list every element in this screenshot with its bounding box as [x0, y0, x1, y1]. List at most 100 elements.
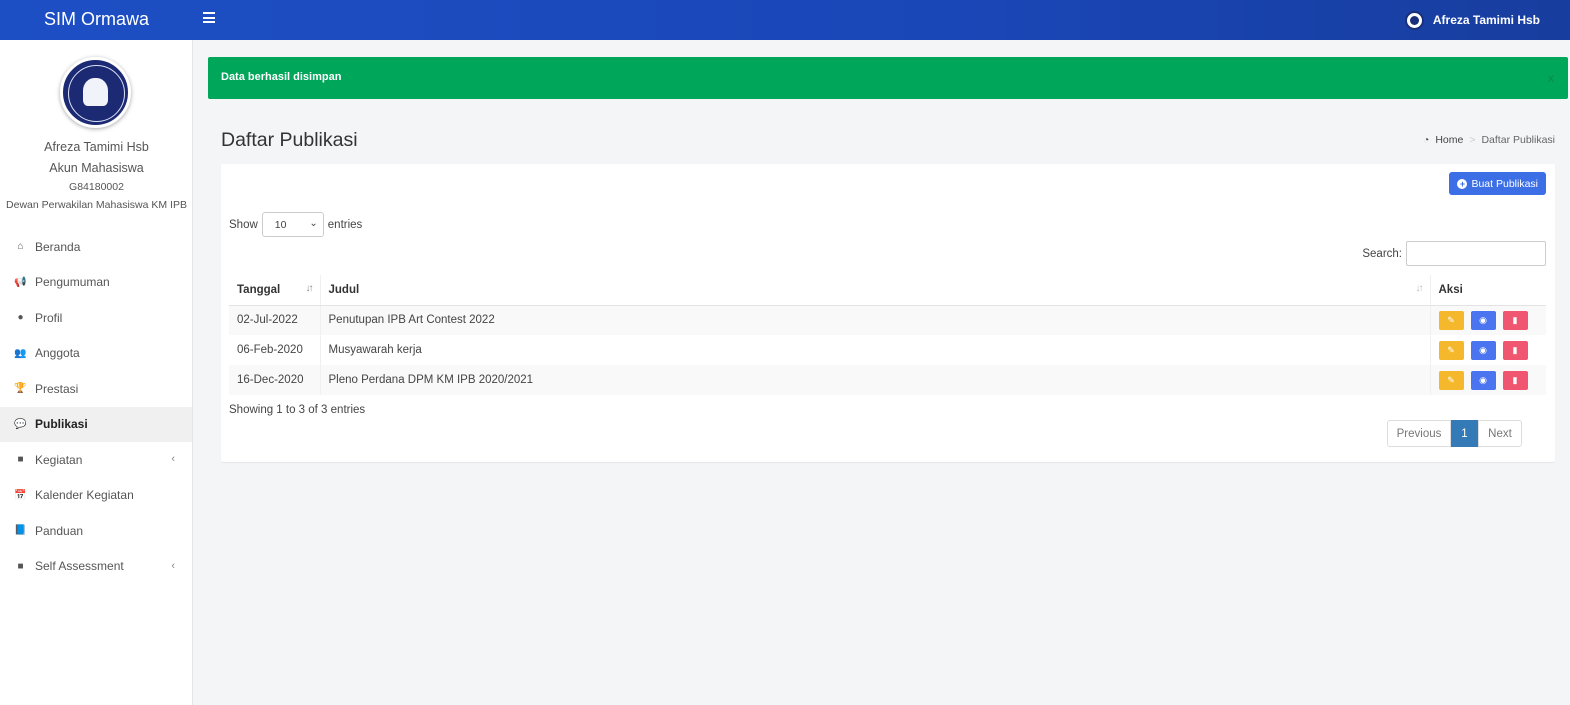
cell-aksi: ✎ ◉ ▮: [1430, 365, 1546, 395]
sidebar-item-pengumuman[interactable]: 📢 Pengumuman: [0, 265, 192, 301]
chevron-left-icon: ‹: [171, 453, 175, 465]
pagination-next-button[interactable]: Next: [1478, 420, 1522, 447]
profile-organization: Dewan Perwakilan Mahasiswa KM IPB: [6, 199, 187, 211]
sidebar-item-self-assessment[interactable]: ■ Self Assessment ‹: [0, 549, 192, 585]
pagination-previous-button[interactable]: Previous: [1387, 420, 1451, 447]
success-alert: Data berhasil disimpan x: [208, 57, 1568, 99]
cell-tanggal: 02-Jul-2022: [229, 305, 321, 335]
user-menu-name: Afreza Tamimi Hsb: [1432, 13, 1540, 27]
alert-message: Data berhasil disimpan: [221, 71, 342, 83]
publication-box: + Buat Publikasi Show 10 ⌄ entries Searc…: [221, 164, 1555, 462]
edit-button[interactable]: ✎: [1438, 370, 1464, 390]
sidebar-item-beranda[interactable]: ⌂ Beranda: [0, 229, 192, 265]
table-search: Search:: [1362, 241, 1546, 266]
university-logo: [60, 57, 131, 128]
pencil-icon: ✎: [1447, 374, 1455, 385]
column-header-tanggal[interactable]: Tanggal ↓↑: [229, 275, 321, 306]
cell-tanggal: 16-Dec-2020: [229, 365, 321, 395]
delete-button[interactable]: ▮: [1502, 340, 1528, 360]
search-label: Search:: [1362, 247, 1402, 260]
cell-tanggal: 06-Feb-2020: [229, 335, 321, 365]
trash-icon: ▮: [1512, 374, 1518, 385]
trash-icon: ▮: [1512, 314, 1518, 325]
sidebar-item-anggota[interactable]: 👥 Anggota: [0, 336, 192, 372]
create-publication-button[interactable]: + Buat Publikasi: [1449, 172, 1546, 195]
sidebar-item-prestasi[interactable]: 🏆 Prestasi: [0, 371, 192, 407]
profile-role: Akun Mahasiswa: [49, 161, 144, 175]
breadcrumb-home-link[interactable]: Home: [1435, 134, 1463, 146]
sidebar-item-label: Beranda: [35, 239, 81, 254]
sidebar-nav: ⌂ Beranda 📢 Pengumuman ● Profil 👥 Anggota 🏆 P…: [0, 229, 192, 584]
sidebar-item-panduan[interactable]: 📘 Panduan: [0, 513, 192, 549]
delete-button[interactable]: ▮: [1502, 370, 1528, 390]
pagination-page-1[interactable]: 1: [1451, 420, 1478, 447]
page-length-select[interactable]: 10 ⌄: [261, 212, 324, 237]
page-title: Daftar Publikasi: [221, 129, 358, 151]
profile-name: Afreza Tamimi Hsb: [44, 140, 149, 154]
table-row: 02-Jul-2022 Penutupan IPB Art Contest 20…: [229, 305, 1546, 335]
user-menu[interactable]: Afreza Tamimi Hsb: [1404, 9, 1540, 31]
column-header-label: Aksi: [1438, 283, 1463, 296]
view-button[interactable]: ◉: [1470, 340, 1496, 360]
sidebar-item-profil[interactable]: ● Profil: [0, 300, 192, 336]
view-button[interactable]: ◉: [1470, 370, 1496, 390]
delete-button[interactable]: ▮: [1502, 310, 1528, 330]
users-icon: 👥: [14, 347, 27, 359]
table-row: 06-Feb-2020 Musyawarah kerja ✎ ◉ ▮: [229, 335, 1546, 365]
dashboard-icon: ◔: [1423, 134, 1430, 146]
trash-icon: ▮: [1512, 344, 1518, 355]
eye-icon: ◉: [1479, 374, 1487, 385]
sidebar-item-label: Panduan: [35, 523, 84, 538]
folder-icon: ■: [17, 560, 24, 572]
sidebar-item-label: Anggota: [35, 346, 80, 361]
chevron-down-icon: ⌄: [309, 218, 318, 229]
column-header-aksi: Aksi: [1430, 275, 1546, 306]
sidebar-item-label: Kalender Kegiatan: [35, 488, 134, 503]
column-header-judul[interactable]: Judul ↓↑: [320, 275, 1431, 306]
column-header-label: Tanggal: [237, 283, 281, 296]
sidebar-item-publikasi[interactable]: 💬 Publikasi: [0, 406, 192, 442]
sidebar-item-label: Kegiatan: [35, 452, 83, 467]
create-publication-label: Buat Publikasi: [1471, 177, 1538, 190]
sidebar-item-label: Self Assessment: [35, 559, 124, 574]
sort-icon: ↓↑: [1415, 283, 1424, 294]
hamburger-menu-icon[interactable]: [203, 12, 215, 24]
sidebar-item-kalender-kegiatan[interactable]: 📅 Kalender Kegiatan: [0, 478, 192, 514]
edit-button[interactable]: ✎: [1438, 340, 1464, 360]
plus-circle-icon: +: [1457, 178, 1468, 189]
table-header-row: Tanggal ↓↑ Judul ↓↑ Aksi: [229, 275, 1546, 306]
table-info: Showing 1 to 3 of 3 entries: [229, 404, 366, 416]
book-icon: 📘: [14, 525, 27, 537]
brand-title[interactable]: SIM Ormawa: [0, 0, 193, 40]
profile-nim: G84180002: [69, 181, 124, 193]
pencil-icon: ✎: [1447, 314, 1455, 325]
table-row: 16-Dec-2020 Pleno Perdana DPM KM IPB 202…: [229, 365, 1546, 395]
column-header-label: Judul: [328, 283, 360, 296]
view-button[interactable]: ◉: [1470, 310, 1496, 330]
trophy-icon: 🏆: [14, 383, 27, 395]
edit-button[interactable]: ✎: [1438, 310, 1464, 330]
cell-judul: Penutupan IPB Art Contest 2022: [320, 305, 1431, 335]
search-input[interactable]: [1406, 241, 1546, 266]
cell-aksi: ✎ ◉ ▮: [1430, 305, 1546, 335]
publication-table: Tanggal ↓↑ Judul ↓↑ Aksi 02-Jul-2022 Penut…: [229, 275, 1546, 395]
alert-close-button[interactable]: x: [1548, 71, 1554, 85]
top-navbar: SIM Ormawa Afreza Tamimi Hsb: [0, 0, 1570, 40]
pagination: Previous 1 Next: [1387, 420, 1522, 447]
chevron-left-icon: ‹: [171, 559, 175, 572]
user-icon: ●: [17, 312, 24, 324]
page-length-value: 10: [274, 218, 287, 231]
user-avatar-icon: [1404, 10, 1424, 30]
comments-icon: 💬: [14, 418, 27, 430]
home-icon: ⌂: [17, 241, 24, 253]
sort-asc-icon: ↓↑: [305, 283, 314, 294]
megaphone-icon: 📢: [14, 276, 27, 288]
breadcrumb-separator: >: [1469, 134, 1476, 146]
sidebar-item-label: Profil: [35, 310, 63, 325]
cell-judul: Musyawarah kerja: [320, 335, 1431, 365]
sidebar-item-label: Pengumuman: [35, 275, 110, 290]
sidebar-item-kegiatan[interactable]: ■ Kegiatan ‹: [0, 442, 192, 478]
sidebar: Afreza Tamimi Hsb Akun Mahasiswa G841800…: [0, 40, 193, 705]
eye-icon: ◉: [1479, 314, 1487, 325]
sidebar-item-label: Publikasi: [35, 417, 88, 432]
